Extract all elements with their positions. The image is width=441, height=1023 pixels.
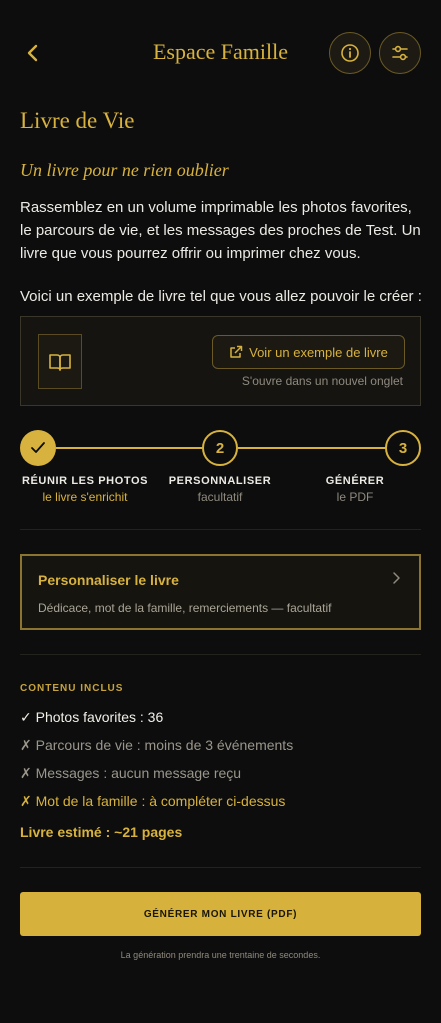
step-1-indicator: [20, 430, 56, 466]
generate-book-button[interactable]: GÉNÉRER MON LIVRE (PDF): [20, 892, 421, 936]
page-estimate: Livre estimé : ~21 pages: [20, 824, 183, 840]
external-link-icon: [230, 345, 243, 358]
app-header: Espace Famille: [0, 28, 441, 78]
info-button[interactable]: [329, 32, 371, 74]
step-3-title: GÉNÉRER: [325, 475, 385, 487]
view-example-label: Voir un exemple de livre: [249, 344, 388, 360]
divider: [20, 867, 421, 868]
progress-stepper: 2 3 RÉUNIR LES PHOTOS le livre s'enrichi…: [0, 428, 441, 508]
step-1-title: RÉUNIR LES PHOTOS: [21, 475, 149, 487]
settings-button[interactable]: [379, 32, 421, 74]
intro-text: Rassemblez en un volume imprimable les p…: [20, 199, 421, 262]
step-3-indicator: 3: [385, 430, 421, 466]
sliders-icon: [392, 45, 408, 61]
step-2-indicator: 2: [202, 430, 238, 466]
header-title: Espace Famille: [152, 39, 288, 64]
page-title: Livre de Vie: [20, 108, 135, 133]
personalize-title: Personnaliser le livre: [38, 572, 179, 588]
step-connector: [238, 447, 386, 449]
step-2-subtitle: facultatif: [197, 490, 243, 504]
divider: [20, 654, 421, 655]
chevron-right-icon: [393, 572, 400, 584]
contents-list: ✓ Photos favorites : 36 ✗ Parcours de vi…: [20, 707, 420, 819]
tagline: Un livre pour ne rien oublier: [20, 160, 229, 180]
personalize-subtitle: Dédicace, mot de la famille, remerciemen…: [38, 601, 332, 615]
info-icon: [341, 44, 359, 62]
example-label: Voici un exemple de livre tel que vous a…: [20, 288, 422, 305]
content-item-photos: ✓ Photos favorites : 36: [20, 709, 164, 725]
content-item-timeline: ✗ Parcours de vie : moins de 3 événement…: [20, 737, 294, 753]
step-1-subtitle: le livre s'enrichit: [42, 490, 128, 504]
example-panel: Voir un exemple de livre S'ouvre dans un…: [20, 316, 421, 406]
new-tab-note: S'ouvre dans un nouvel onglet: [241, 374, 403, 388]
book-thumbnail: [38, 334, 82, 389]
generation-note: La génération prendra une trentaine de s…: [120, 950, 321, 960]
contents-section-label: CONTENU INCLUS: [20, 683, 124, 694]
open-book-icon: [49, 353, 71, 371]
step-2-title: PERSONNALISER: [168, 475, 272, 487]
content-item-family-word: ✗ Mot de la famille : à compléter ci-des…: [20, 793, 286, 809]
step-3-subtitle: le PDF: [336, 490, 374, 504]
view-example-button[interactable]: Voir un exemple de livre: [212, 335, 405, 369]
content-item-messages: ✗ Messages : aucun message reçu: [20, 765, 242, 781]
personalize-card[interactable]: Personnaliser le livre Dédicace, mot de …: [20, 554, 421, 630]
check-icon: [31, 442, 45, 453]
divider: [20, 529, 421, 530]
step-connector: [56, 447, 202, 449]
